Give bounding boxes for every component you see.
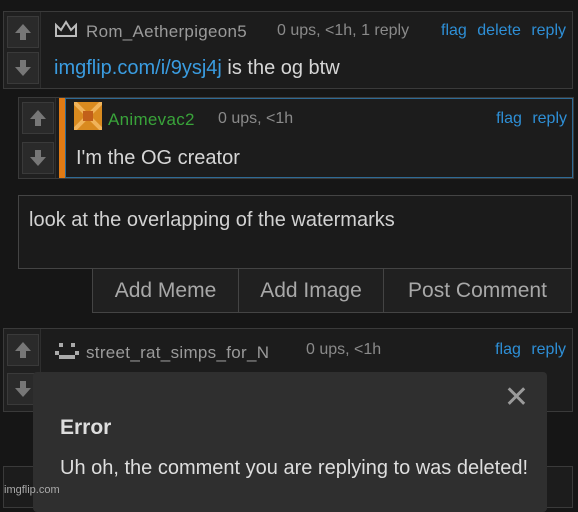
reply-link[interactable]: reply	[532, 110, 567, 127]
pixel-face-icon	[55, 343, 79, 359]
comment-2: Animevac2 0 ups, <1h flag reply I'm the …	[18, 97, 574, 179]
arrow-up-icon	[15, 24, 31, 40]
reply-link[interactable]: reply	[531, 22, 566, 39]
comment-username[interactable]: street_rat_simps_for_N	[86, 343, 269, 363]
add-image-button[interactable]: Add Image	[238, 268, 384, 313]
reply-textarea[interactable]: look at the overlapping of the watermark…	[18, 195, 572, 269]
comment-1: Rom_Aetherpigeon5 0 ups, <1h, 1 reply fl…	[3, 11, 573, 89]
error-dialog: ✕ Error Uh oh, the comment you are reply…	[33, 372, 547, 512]
watermark: imgflip.com	[4, 484, 60, 496]
delete-link[interactable]: delete	[477, 22, 521, 39]
arrow-down-icon	[15, 60, 31, 76]
add-meme-button[interactable]: Add Meme	[92, 268, 239, 313]
reply-toolbar: Add Meme Add Image Post Comment	[92, 268, 572, 313]
vote-column	[4, 12, 41, 88]
comment-meta: 0 ups, <1h, 1 reply	[277, 22, 410, 39]
upvote-button[interactable]	[7, 16, 39, 48]
comment-text: imgflip.com/i/9ysj4j is the og btw	[54, 57, 340, 80]
arrow-up-icon	[15, 342, 31, 358]
comment-username[interactable]: Animevac2	[108, 110, 195, 130]
comment-actions: flag reply	[490, 110, 567, 128]
close-icon[interactable]: ✕	[504, 380, 529, 415]
comment-username[interactable]: Rom_Aetherpigeon5	[86, 22, 247, 42]
comment-text-tail: is the og btw	[221, 57, 340, 79]
vote-column	[19, 98, 56, 178]
reply-link[interactable]: reply	[531, 341, 566, 358]
comment-actions: flag delete reply	[435, 22, 566, 40]
reply-textarea-value: look at the overlapping of the watermark…	[29, 209, 395, 231]
downvote-button[interactable]	[7, 52, 39, 84]
upvote-button[interactable]	[7, 334, 39, 366]
crown-icon	[55, 20, 77, 37]
arrow-down-icon	[30, 150, 46, 166]
arrow-down-icon	[15, 381, 31, 397]
image-link[interactable]: imgflip.com/i/9ysj4j	[54, 57, 222, 79]
upvote-button[interactable]	[22, 102, 54, 134]
flag-link[interactable]: flag	[495, 341, 521, 358]
arrow-up-icon	[30, 110, 46, 126]
comment-meta: 0 ups, <1h	[306, 341, 382, 358]
comment-meta: 0 ups, <1h	[218, 110, 294, 127]
post-comment-button[interactable]: Post Comment	[383, 268, 572, 313]
avatar	[74, 102, 102, 130]
comment-text: I'm the OG creator	[76, 147, 240, 169]
comment-actions: flag reply	[489, 341, 566, 359]
flag-link[interactable]: flag	[441, 22, 467, 39]
flag-link[interactable]: flag	[496, 110, 522, 127]
downvote-button[interactable]	[22, 142, 54, 174]
dialog-message: Uh oh, the comment you are replying to w…	[60, 457, 529, 479]
dialog-title: Error	[60, 416, 112, 439]
